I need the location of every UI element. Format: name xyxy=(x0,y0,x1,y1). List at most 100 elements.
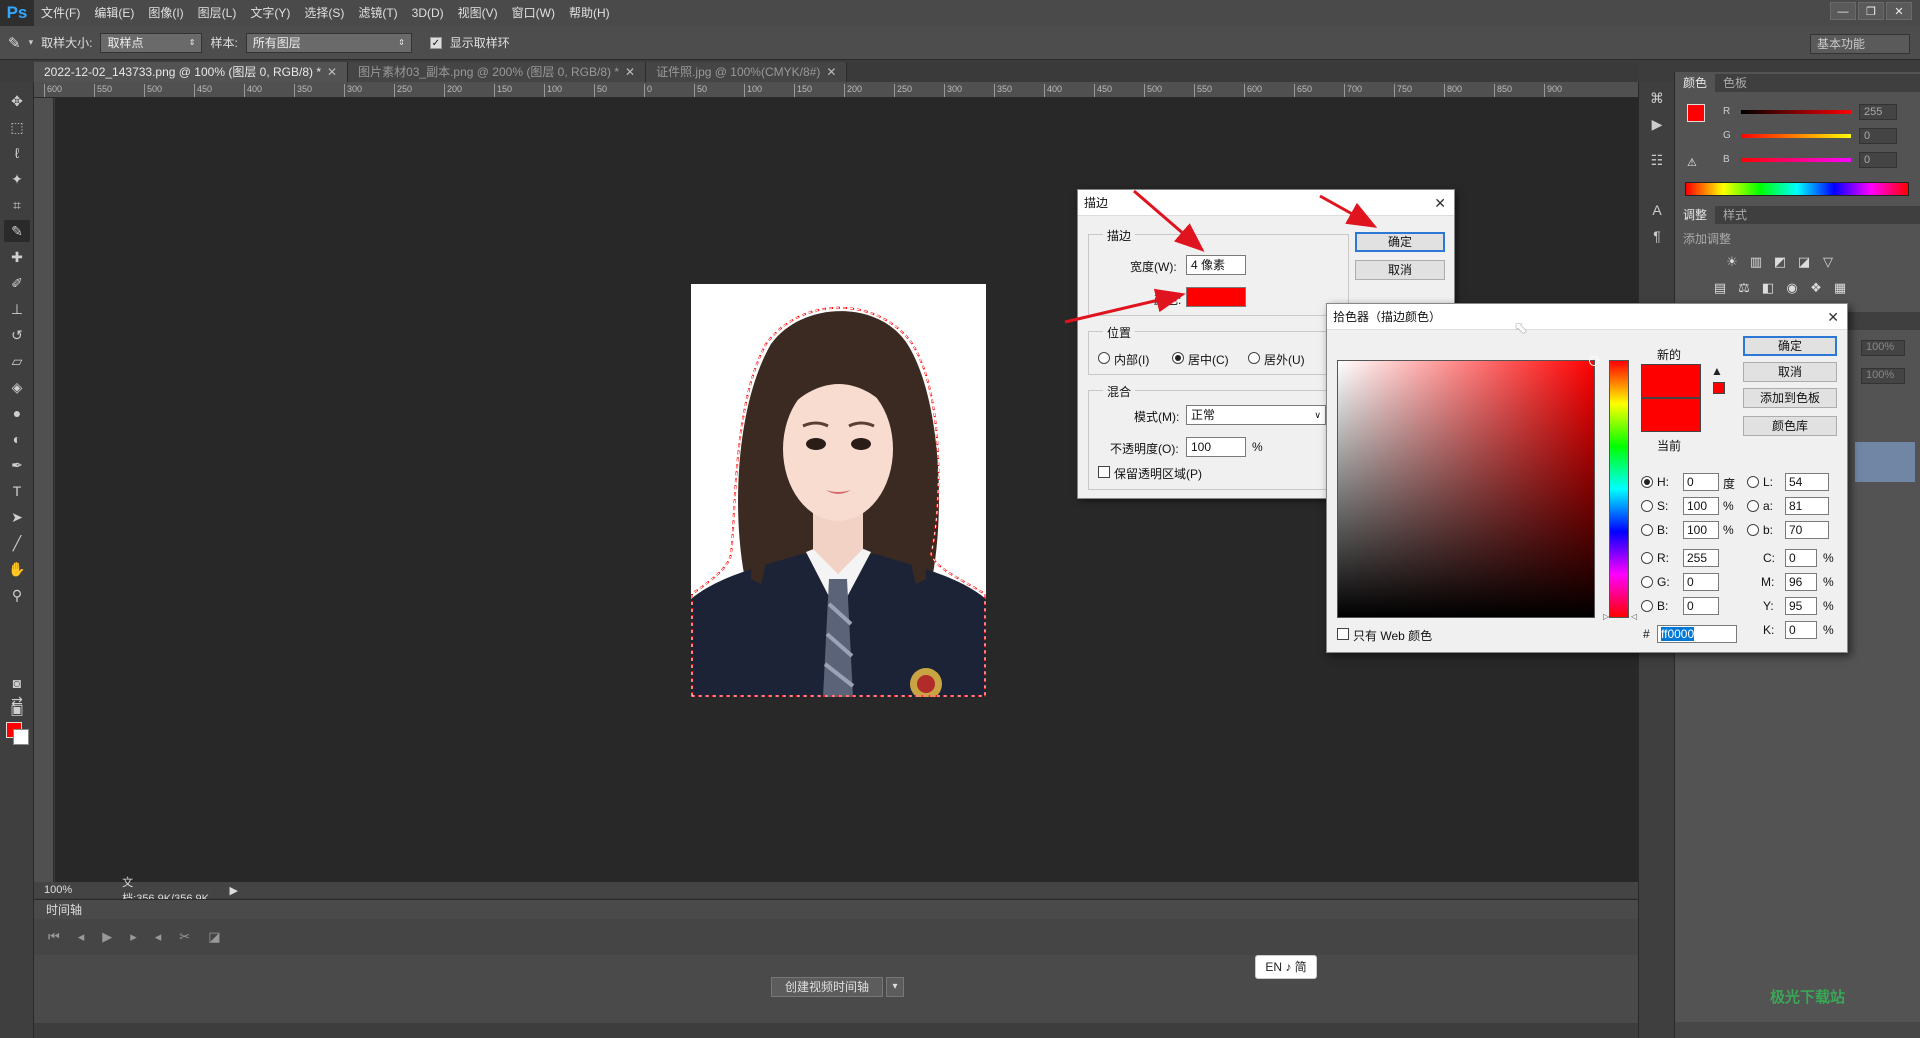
color-spectrum[interactable] xyxy=(1685,182,1909,196)
blur-tool-icon[interactable]: ● xyxy=(4,402,30,424)
eyedropper-icon[interactable]: ✎ xyxy=(8,34,21,52)
stroke-color-swatch[interactable] xyxy=(1186,287,1246,307)
first-frame-icon[interactable]: ⏮ xyxy=(48,929,60,945)
g-radio[interactable] xyxy=(1641,576,1653,588)
character-icon[interactable]: A xyxy=(1647,202,1667,220)
color-lookup-icon[interactable]: ▦ xyxy=(1831,280,1849,296)
opacity-input[interactable]: 100 xyxy=(1186,437,1246,457)
out-of-gamut-warning-icon[interactable]: ⚠ xyxy=(1687,156,1697,169)
tab-document-2[interactable]: 图片素材03_副本.png @ 200% (图层 0, RGB/8) * ✕ xyxy=(348,62,647,82)
panel-fg-color[interactable] xyxy=(1687,104,1705,122)
curves-icon[interactable]: ◩ xyxy=(1771,254,1789,270)
close-icon[interactable]: ✕ xyxy=(1827,304,1839,330)
photo-filter-icon[interactable]: ◉ xyxy=(1783,280,1801,296)
menu-view[interactable]: 视图(V) xyxy=(451,0,505,26)
portrait-photo[interactable] xyxy=(691,284,986,697)
history-brush-tool-icon[interactable]: ↺ xyxy=(4,324,30,346)
gamut-swatch[interactable] xyxy=(1713,382,1725,394)
h-radio[interactable] xyxy=(1641,476,1653,488)
slider-b[interactable] xyxy=(1741,158,1851,162)
l-radio[interactable] xyxy=(1747,476,1759,488)
inside-radio[interactable] xyxy=(1098,352,1110,364)
menu-filter[interactable]: 滤镜(T) xyxy=(351,0,404,26)
mode-select[interactable]: 正常 ∨ xyxy=(1186,405,1326,425)
actions-icon[interactable]: ▶ xyxy=(1647,116,1667,134)
create-video-timeline-button[interactable]: 创建视频时间轴 xyxy=(771,977,883,997)
layer-fill-field[interactable]: 100% xyxy=(1861,368,1905,384)
vibrance-icon[interactable]: ▽ xyxy=(1819,254,1837,270)
a-input[interactable]: 81 xyxy=(1785,497,1829,515)
background-color-swatch[interactable] xyxy=(13,729,29,745)
levels-icon[interactable]: ▥ xyxy=(1747,254,1765,270)
move-tool-icon[interactable]: ✥ xyxy=(4,90,30,112)
stroke-ok-button[interactable]: 确定 xyxy=(1355,232,1445,252)
hue-slider[interactable] xyxy=(1609,360,1629,618)
h-input[interactable]: 0 xyxy=(1683,473,1719,491)
ime-indicator[interactable]: EN ♪ 简 xyxy=(1255,955,1317,979)
next-frame-icon[interactable]: ▸ xyxy=(130,929,137,945)
color-libraries-button[interactable]: 颜色库 xyxy=(1743,416,1837,436)
k-input[interactable]: 0 xyxy=(1785,621,1817,639)
exposure-icon[interactable]: ◪ xyxy=(1795,254,1813,270)
gamut-warning-icon[interactable]: ▲ xyxy=(1711,364,1723,378)
g-input[interactable]: 0 xyxy=(1683,573,1719,591)
marquee-tool-icon[interactable]: ⬚ xyxy=(4,116,30,138)
menu-help[interactable]: 帮助(H) xyxy=(562,0,617,26)
menu-image[interactable]: 图像(I) xyxy=(141,0,190,26)
play-icon[interactable]: ▶ xyxy=(102,929,112,945)
hue-saturation-icon[interactable]: ▤ xyxy=(1711,280,1729,296)
transition-icon[interactable]: ◪ xyxy=(208,929,220,945)
tab-adjustments[interactable]: 调整 xyxy=(1675,206,1716,224)
preserve-transparency-checkbox[interactable] xyxy=(1098,466,1110,478)
tab-close-icon[interactable]: ✕ xyxy=(625,65,635,79)
stroke-cancel-button[interactable]: 取消 xyxy=(1355,260,1445,280)
eyedropper-tool-icon[interactable]: ✎ xyxy=(4,220,30,242)
r-radio[interactable] xyxy=(1641,552,1653,564)
show-ring-checkbox[interactable]: ✓ xyxy=(429,36,442,49)
outside-radio[interactable] xyxy=(1248,352,1260,364)
tab-color[interactable]: 颜色 xyxy=(1675,74,1716,92)
lab-b-input[interactable]: 70 xyxy=(1785,521,1829,539)
close-button[interactable]: ✕ xyxy=(1886,2,1912,20)
hand-tool-icon[interactable]: ✋ xyxy=(4,558,30,580)
bv-radio[interactable] xyxy=(1641,600,1653,612)
color-balance-icon[interactable]: ⚖ xyxy=(1735,280,1753,296)
sample-select[interactable]: 所有图层 ⇕ xyxy=(245,32,412,53)
saturation-brightness-field[interactable] xyxy=(1337,360,1595,618)
menu-select[interactable]: 选择(S) xyxy=(297,0,351,26)
hex-input[interactable]: ff0000 xyxy=(1657,625,1737,643)
eraser-tool-icon[interactable]: ▱ xyxy=(4,350,30,372)
tab-document-1[interactable]: 2022-12-02_143733.png @ 100% (图层 0, RGB/… xyxy=(34,62,349,82)
quick-mask-icon[interactable]: ◙ xyxy=(4,672,30,694)
brush-tool-icon[interactable]: ✐ xyxy=(4,272,30,294)
tab-swatches[interactable]: 色板 xyxy=(1715,74,1755,92)
s-input[interactable]: 100 xyxy=(1683,497,1719,515)
a-radio[interactable] xyxy=(1747,500,1759,512)
slider-g[interactable] xyxy=(1741,134,1851,138)
close-icon[interactable]: ✕ xyxy=(1434,190,1446,216)
restore-button[interactable]: ❐ xyxy=(1858,2,1884,20)
slider-value-b[interactable]: 0 xyxy=(1859,152,1897,168)
paragraph-icon[interactable]: ¶ xyxy=(1647,228,1667,246)
center-radio[interactable] xyxy=(1172,352,1184,364)
width-input[interactable]: 4 像素 xyxy=(1186,255,1246,275)
lab-b-radio[interactable] xyxy=(1747,524,1759,536)
tab-close-icon[interactable]: ✕ xyxy=(327,65,337,79)
bv-input[interactable]: 0 xyxy=(1683,597,1719,615)
slider-r[interactable] xyxy=(1741,110,1851,114)
brightness-icon[interactable]: ☀ xyxy=(1723,254,1741,270)
dodge-tool-icon[interactable]: ◐ xyxy=(4,428,30,450)
minimize-button[interactable]: — xyxy=(1830,2,1856,20)
status-menu-arrow-icon[interactable]: ▶ xyxy=(220,884,248,897)
sample-size-select[interactable]: 取样点 ⇕ xyxy=(100,32,203,53)
menu-3d[interactable]: 3D(D) xyxy=(405,0,451,26)
audio-icon[interactable]: ◂ xyxy=(155,929,162,945)
tab-document-3[interactable]: 证件照.jpg @ 100%(CMYK/8#) ✕ xyxy=(646,62,848,82)
slider-value-g[interactable]: 0 xyxy=(1859,128,1897,144)
layer-opacity-field[interactable]: 100% xyxy=(1861,340,1905,356)
menu-file[interactable]: 文件(F) xyxy=(34,0,87,26)
zoom-level[interactable]: 100% xyxy=(34,884,82,896)
prev-frame-icon[interactable]: ◂ xyxy=(78,929,85,945)
picker-ok-button[interactable]: 确定 xyxy=(1743,336,1837,356)
lasso-tool-icon[interactable]: ℓ xyxy=(4,142,30,164)
